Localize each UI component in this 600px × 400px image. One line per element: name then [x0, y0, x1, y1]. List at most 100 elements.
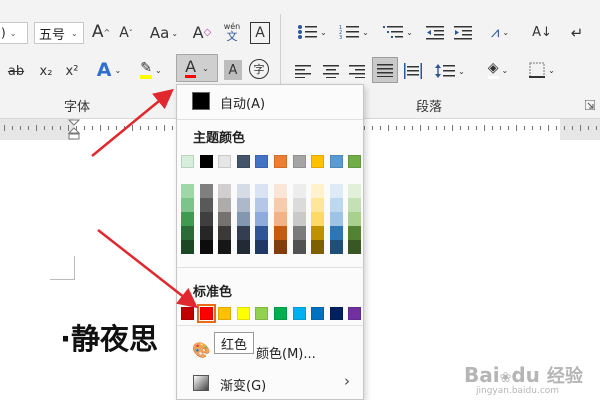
theme-shade-swatch[interactable] [311, 184, 325, 198]
theme-shade-swatch[interactable] [329, 198, 343, 212]
theme-shade-swatch[interactable] [348, 198, 362, 212]
change-case-button[interactable]: Aa ⌄ [146, 22, 182, 44]
subscript-button[interactable]: x₂ [36, 60, 56, 82]
theme-color-swatch[interactable] [348, 155, 362, 168]
shrink-font-button[interactable]: Aˇ [116, 22, 136, 44]
theme-color-swatch[interactable] [292, 155, 306, 168]
standard-color-swatch[interactable] [311, 307, 325, 320]
clear-format-button[interactable]: A ◇ [190, 20, 214, 44]
theme-shade-swatch[interactable] [255, 198, 269, 212]
multilevel-list-button[interactable]: ⌄ [380, 20, 416, 44]
theme-color-swatch[interactable] [181, 155, 194, 168]
theme-color-swatch[interactable] [274, 155, 287, 168]
theme-shade-swatch[interactable] [348, 212, 362, 226]
theme-color-swatch[interactable] [236, 155, 250, 168]
theme-shade-swatch[interactable] [181, 198, 194, 212]
indent-marker[interactable] [67, 119, 81, 140]
theme-shade-swatch[interactable] [274, 240, 287, 254]
theme-shade-swatch[interactable] [181, 212, 194, 226]
theme-shade-swatch[interactable] [311, 240, 325, 254]
theme-color-swatch[interactable] [218, 155, 232, 168]
theme-shade-swatch[interactable] [181, 240, 194, 254]
theme-shade-swatch[interactable] [236, 226, 250, 240]
theme-shade-swatch[interactable] [274, 226, 287, 240]
more-colors-item[interactable]: 🎨 颜色(M)... [178, 337, 362, 365]
theme-shade-swatch[interactable] [236, 184, 250, 198]
font-color-button[interactable]: A ⌄ [176, 54, 218, 82]
standard-color-swatch[interactable] [236, 307, 250, 320]
theme-shade-swatch[interactable] [218, 240, 232, 254]
theme-shade-swatch[interactable] [311, 198, 325, 212]
font-size-combo[interactable]: 五号 ⌄ [34, 22, 84, 44]
theme-shade-swatch[interactable] [348, 240, 362, 254]
theme-shade-swatch[interactable] [311, 226, 325, 240]
distributed-button[interactable] [402, 60, 424, 82]
theme-shade-swatch[interactable] [292, 198, 306, 212]
theme-shade-swatch[interactable] [255, 184, 269, 198]
theme-shade-swatch[interactable] [255, 226, 269, 240]
align-center-button[interactable] [320, 60, 342, 82]
standard-color-swatch[interactable] [348, 307, 362, 320]
standard-color-swatch[interactable] [329, 307, 343, 320]
theme-shade-swatch[interactable] [311, 212, 325, 226]
show-marks-button[interactable]: ↵ [566, 22, 588, 44]
decrease-indent-button[interactable] [424, 22, 446, 44]
justify-button[interactable] [372, 57, 398, 83]
strikethrough-button[interactable]: ab [6, 60, 26, 82]
theme-shade-swatch[interactable] [236, 240, 250, 254]
borders-button[interactable]: ⌄ [524, 58, 560, 82]
theme-shade-swatch[interactable] [218, 212, 232, 226]
theme-color-swatch[interactable] [329, 155, 343, 168]
theme-shade-swatch[interactable] [236, 212, 250, 226]
theme-color-swatch[interactable] [199, 155, 213, 168]
character-border-button[interactable]: A [250, 22, 270, 44]
highlight-button[interactable]: ✎ ⌄ [134, 58, 168, 82]
shading-button[interactable]: ◈ ⌄ [480, 58, 516, 82]
theme-shade-swatch[interactable] [199, 226, 213, 240]
align-left-button[interactable] [292, 60, 314, 82]
theme-shade-swatch[interactable] [292, 212, 306, 226]
theme-color-swatch[interactable] [311, 155, 325, 168]
theme-shade-swatch[interactable] [329, 226, 343, 240]
theme-shade-swatch[interactable] [292, 184, 306, 198]
theme-shade-swatch[interactable] [199, 184, 213, 198]
theme-shade-swatch[interactable] [236, 198, 250, 212]
theme-shade-swatch[interactable] [348, 184, 362, 198]
bullets-button[interactable]: ⌄ [294, 20, 330, 44]
increase-indent-button[interactable] [452, 22, 474, 44]
document-heading[interactable]: ·静夜思 [60, 316, 158, 358]
theme-shade-swatch[interactable] [181, 184, 194, 198]
theme-shade-swatch[interactable] [218, 198, 232, 212]
standard-color-swatch[interactable] [181, 307, 194, 320]
theme-shade-swatch[interactable] [292, 240, 306, 254]
theme-shade-swatch[interactable] [329, 184, 343, 198]
theme-shade-swatch[interactable] [329, 212, 343, 226]
sort-button[interactable]: A↓ [530, 20, 554, 44]
theme-shade-swatch[interactable] [274, 198, 287, 212]
automatic-color-item[interactable]: 自动(A) [178, 89, 362, 115]
theme-shade-swatch[interactable] [329, 240, 343, 254]
theme-shade-swatch[interactable] [218, 184, 232, 198]
theme-color-swatch[interactable] [255, 155, 269, 168]
standard-color-swatch[interactable] [218, 307, 232, 320]
theme-shade-swatch[interactable] [274, 212, 287, 226]
standard-color-swatch[interactable] [255, 307, 269, 320]
theme-shade-swatch[interactable] [199, 212, 213, 226]
theme-shade-swatch[interactable] [348, 226, 362, 240]
superscript-button[interactable]: x² [62, 60, 82, 82]
theme-shade-swatch[interactable] [255, 212, 269, 226]
theme-shade-swatch[interactable] [199, 198, 213, 212]
standard-color-swatch-selected[interactable] [196, 304, 216, 323]
text-effects-button[interactable]: A ⌄ [92, 58, 126, 82]
numbering-button[interactable]: 123 ⌄ [336, 20, 372, 44]
theme-shade-swatch[interactable] [218, 226, 232, 240]
theme-shade-swatch[interactable] [255, 240, 269, 254]
character-shading-button[interactable]: A [224, 60, 242, 80]
phonetic-guide-button[interactable]: wén 文 [220, 18, 244, 46]
theme-shade-swatch[interactable] [292, 226, 306, 240]
theme-shade-swatch[interactable] [199, 240, 213, 254]
paragraph-dialog-launcher[interactable] [584, 99, 596, 111]
line-spacing-button[interactable]: ⌄ [432, 60, 468, 82]
theme-shade-swatch[interactable] [274, 184, 287, 198]
chinese-layout-button[interactable]: ⩘ ⌄ [482, 20, 518, 44]
